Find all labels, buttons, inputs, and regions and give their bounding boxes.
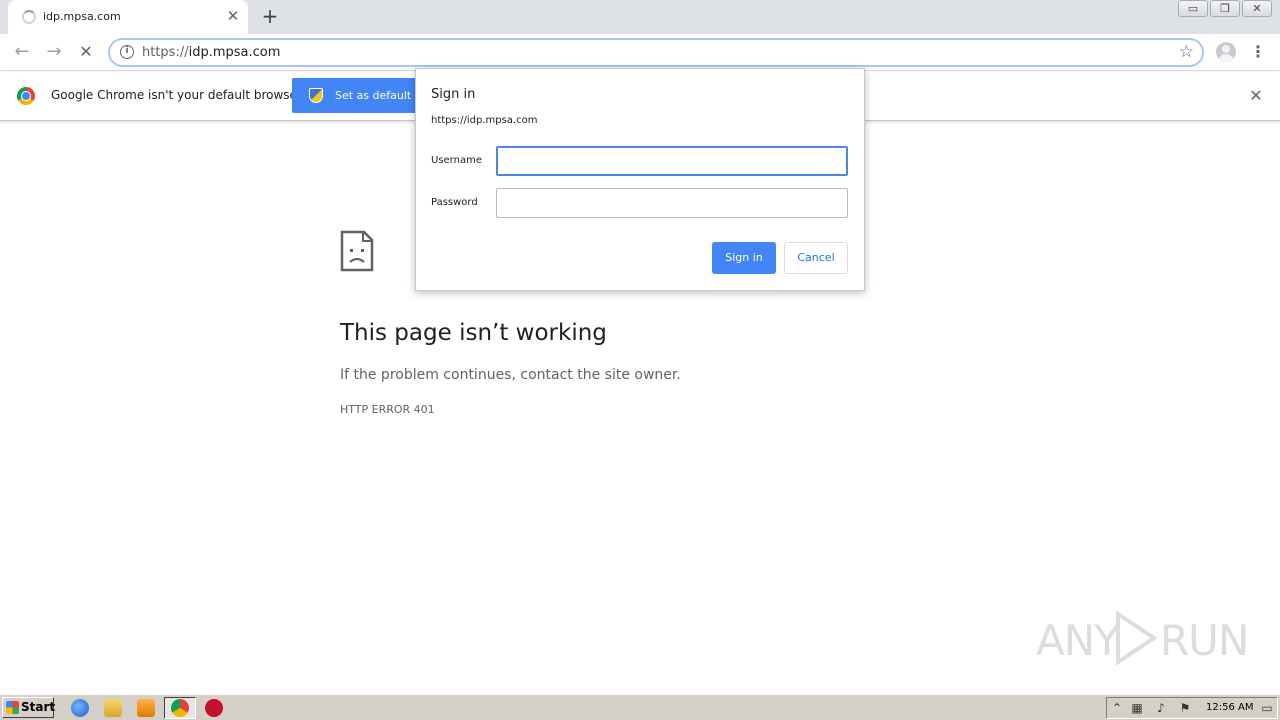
bookmark-star-icon[interactable]: ☆ bbox=[1179, 42, 1194, 62]
address-bar[interactable]: i https://idp.mpsa.com ☆ bbox=[108, 38, 1204, 67]
internet-explorer-icon[interactable] bbox=[71, 699, 89, 717]
speaker-icon[interactable]: ♪ bbox=[1153, 701, 1169, 715]
minimize-button[interactable]: ▭ bbox=[1178, 0, 1208, 17]
password-label: Password bbox=[431, 197, 478, 208]
taskbar-chrome-active[interactable] bbox=[164, 697, 196, 719]
file-explorer-icon[interactable] bbox=[104, 699, 122, 717]
url-scheme: https:// bbox=[142, 45, 189, 60]
forward-button[interactable]: → bbox=[41, 40, 67, 66]
close-window-button[interactable]: ✕ bbox=[1242, 0, 1272, 17]
infobar-message: Google Chrome isn't your default browser bbox=[51, 88, 302, 102]
clock[interactable]: 12:56 AM bbox=[1206, 702, 1253, 713]
set-as-default-button[interactable]: Set as default bbox=[292, 78, 418, 113]
flag-icon[interactable]: ⚑ bbox=[1177, 701, 1193, 715]
infobar-close-icon[interactable]: ✕ bbox=[1246, 86, 1266, 106]
chrome-icon bbox=[171, 699, 189, 717]
dialog-title: Sign in bbox=[431, 87, 476, 102]
desktop-icon[interactable]: ▭ bbox=[1259, 701, 1275, 715]
opera-icon[interactable] bbox=[205, 699, 223, 717]
url-text[interactable]: https://idp.mpsa.com bbox=[142, 45, 280, 60]
restore-button[interactable]: ❐ bbox=[1210, 0, 1240, 17]
error-description: If the problem continues, contact the si… bbox=[340, 367, 681, 383]
loading-spinner-icon bbox=[22, 10, 36, 24]
stop-button[interactable]: ✕ bbox=[73, 40, 99, 66]
watermark-right: RUN bbox=[1160, 616, 1249, 665]
sad-page-icon bbox=[340, 230, 374, 272]
chevron-up-icon[interactable]: ⌃ bbox=[1109, 701, 1125, 715]
network-icon[interactable]: ▦ bbox=[1129, 701, 1145, 715]
screen: idp.mpsa.com ✕ + ▭ ❐ ✕ ← → ✕ i https://i… bbox=[0, 0, 1280, 720]
error-code: HTTP ERROR 401 bbox=[340, 403, 435, 416]
window-controls: ▭ ❐ ✕ bbox=[1178, 0, 1274, 18]
profile-avatar-icon[interactable] bbox=[1216, 42, 1236, 62]
password-input[interactable] bbox=[496, 188, 848, 218]
sign-in-button[interactable]: Sign in bbox=[712, 242, 776, 274]
back-button[interactable]: ← bbox=[9, 40, 35, 66]
url-host: idp.mpsa.com bbox=[188, 45, 281, 60]
username-input[interactable] bbox=[496, 146, 848, 176]
cancel-button[interactable]: Cancel bbox=[784, 242, 848, 274]
menu-icon[interactable]: ⋮ bbox=[1250, 42, 1266, 62]
new-tab-button[interactable]: + bbox=[258, 5, 282, 29]
tab-idp[interactable]: idp.mpsa.com ✕ bbox=[8, 0, 248, 34]
taskbar: Start ⌃ ▦ ♪ ⚑ 12:56 AM ▭ bbox=[0, 694, 1280, 720]
anyrun-watermark: ANY RUN bbox=[1036, 606, 1249, 670]
error-title: This page isn’t working bbox=[340, 320, 607, 346]
tab-close-icon[interactable]: ✕ bbox=[224, 7, 242, 25]
system-tray: ⌃ ▦ ♪ ⚑ 12:56 AM ▭ bbox=[1106, 697, 1278, 719]
sign-in-dialog: Sign in https://idp.mpsa.com Username Pa… bbox=[415, 68, 865, 291]
info-icon[interactable]: i bbox=[120, 45, 134, 59]
chrome-logo-icon bbox=[17, 87, 35, 105]
windows-logo-icon bbox=[6, 701, 19, 714]
dialog-origin: https://idp.mpsa.com bbox=[431, 115, 538, 126]
watermark-left: ANY bbox=[1036, 616, 1120, 665]
start-button[interactable]: Start bbox=[2, 697, 56, 718]
play-logo-icon bbox=[1116, 610, 1158, 666]
browser-toolbar: ← → ✕ i https://idp.mpsa.com ☆ ⋮ bbox=[0, 34, 1280, 71]
start-label: Start bbox=[21, 700, 56, 714]
tab-strip: idp.mpsa.com ✕ + ▭ ❐ ✕ bbox=[0, 0, 1280, 34]
media-player-icon[interactable] bbox=[137, 699, 155, 717]
set-as-default-label: Set as default bbox=[335, 89, 412, 102]
tab-title: idp.mpsa.com bbox=[43, 10, 121, 23]
shield-icon bbox=[309, 88, 323, 103]
username-label: Username bbox=[431, 155, 482, 166]
